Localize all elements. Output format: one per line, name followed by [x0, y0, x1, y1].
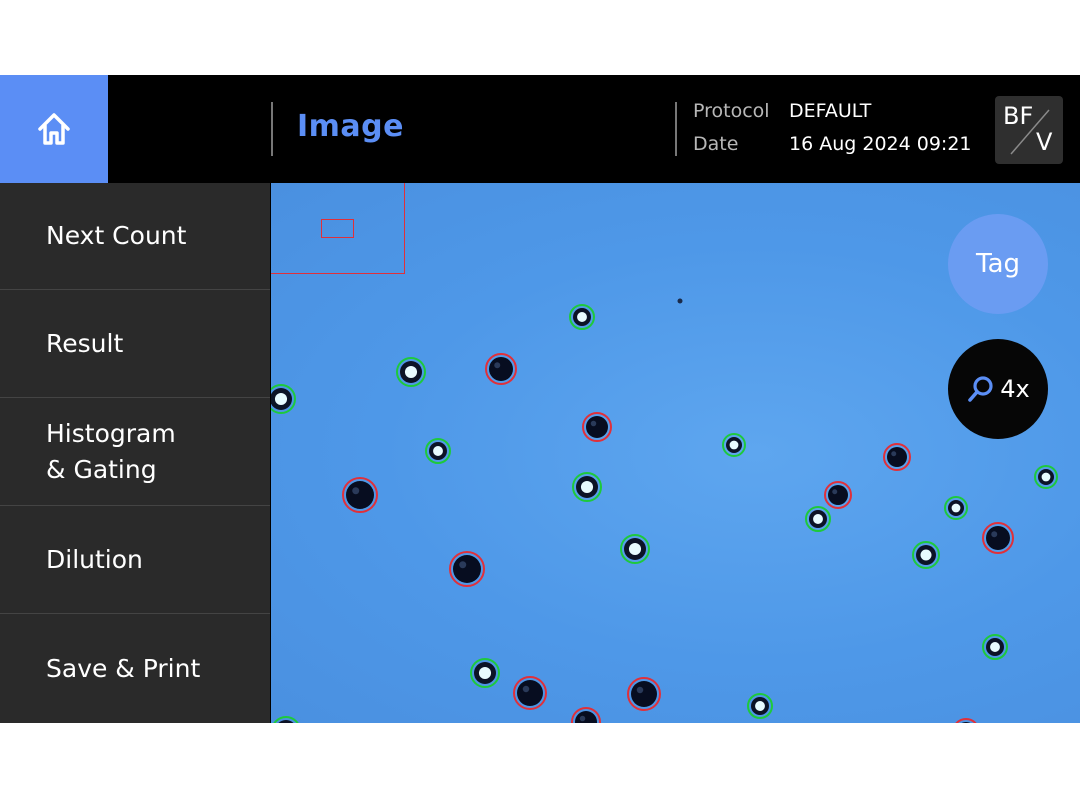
home-icon — [38, 113, 70, 145]
cell-image-viewer[interactable]: Tag 4x — [271, 183, 1080, 723]
live-cell[interactable] — [722, 433, 746, 457]
live-cell[interactable] — [944, 496, 968, 520]
dead-cell[interactable] — [824, 481, 852, 509]
bf-v-toggle-button[interactable]: BF V — [995, 96, 1063, 164]
minimap-viewport[interactable] — [321, 219, 354, 238]
top-bar: Image Protocol DEFAULT Date 16 Aug 2024 … — [0, 75, 1080, 183]
dead-cell[interactable] — [953, 718, 979, 723]
dead-cell[interactable] — [571, 707, 601, 723]
sidebar-item-label: Save & Print — [46, 653, 201, 683]
mode-v-label: V — [1036, 128, 1053, 156]
live-cell[interactable] — [747, 693, 773, 719]
sidebar-item-label: Next Count — [46, 221, 187, 250]
sidebar-item-label: Result — [46, 329, 124, 358]
app-window: Image Protocol DEFAULT Date 16 Aug 2024 … — [0, 75, 1080, 723]
dead-cell[interactable] — [627, 677, 661, 711]
live-cell[interactable] — [912, 541, 940, 569]
zoom-level-label: 4x — [1000, 375, 1030, 403]
live-cell[interactable] — [271, 384, 296, 414]
dead-cell[interactable] — [342, 477, 378, 513]
mode-bf-label: BF — [1003, 102, 1034, 130]
sidebar-item-dilution[interactable]: Dilution — [0, 507, 270, 614]
header-divider — [675, 102, 677, 156]
minimap[interactable] — [271, 183, 405, 274]
dead-cell[interactable] — [485, 353, 517, 385]
protocol-value: DEFAULT — [789, 100, 872, 122]
home-button[interactable] — [0, 75, 108, 183]
dead-cell[interactable] — [883, 443, 911, 471]
live-cell[interactable] — [272, 716, 300, 723]
live-cell[interactable] — [982, 634, 1008, 660]
sidebar-item-label: Dilution — [46, 545, 143, 574]
live-cell[interactable] — [805, 506, 831, 532]
sidebar: Next Count Result Histogram & Gating Dil… — [0, 183, 270, 723]
live-cell[interactable] — [1034, 465, 1058, 489]
live-cell[interactable] — [620, 534, 650, 564]
date-value: 16 Aug 2024 09:21 — [789, 133, 972, 155]
live-cell[interactable] — [572, 472, 602, 502]
tag-label: Tag — [975, 249, 1020, 279]
tag-button[interactable]: Tag — [948, 214, 1048, 314]
dead-cell[interactable] — [982, 522, 1014, 554]
sidebar-item-label: Histogram & Gating — [46, 419, 176, 484]
dead-cell[interactable] — [513, 676, 547, 710]
page-title: Image — [297, 109, 404, 144]
dead-cell[interactable] — [582, 412, 612, 442]
sidebar-item-save-print[interactable]: Save & Print — [0, 615, 270, 722]
header-divider — [271, 102, 273, 156]
zoom-button[interactable]: 4x — [948, 339, 1048, 439]
live-cell[interactable] — [470, 658, 500, 688]
dead-cell[interactable] — [449, 551, 485, 587]
live-cell[interactable] — [425, 438, 451, 464]
live-cell[interactable] — [569, 304, 595, 330]
magnifier-icon — [968, 376, 993, 402]
sidebar-item-result[interactable]: Result — [0, 291, 270, 398]
protocol-label: Protocol — [693, 100, 770, 122]
sidebar-item-histogram-gating[interactable]: Histogram & Gating — [0, 399, 270, 506]
live-cell[interactable] — [396, 357, 426, 387]
debris-speck — [677, 298, 683, 304]
date-label: Date — [693, 133, 739, 155]
sidebar-item-next-count[interactable]: Next Count — [0, 183, 270, 290]
